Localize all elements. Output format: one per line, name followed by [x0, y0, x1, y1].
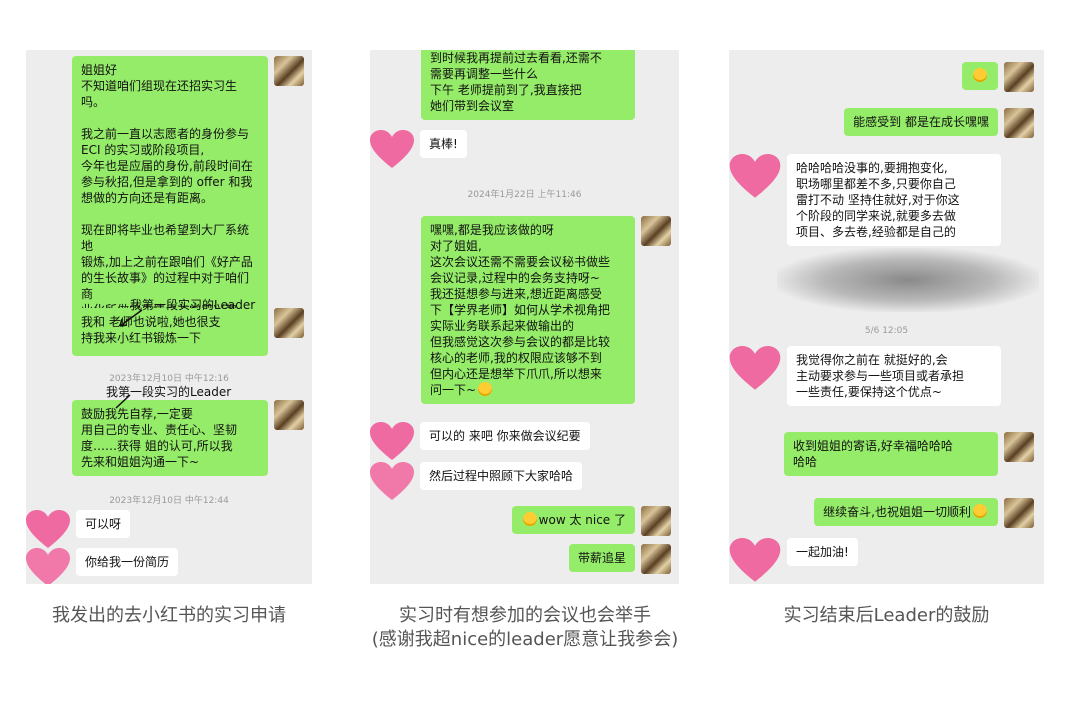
wink-emoji-icon	[973, 504, 987, 518]
message-advice[interactable]: 哈哈哈哈没事的,要拥抱变化, 职场哪里都差不多,只要你自己 雷打不动 坚持住就好…	[729, 154, 1001, 246]
message-recommendation[interactable]: 鼓励我先自荐,一定要 用自己的专业、责任心、坚韧 度……获得 姐的认可,所以我 …	[34, 400, 304, 476]
message-bubble[interactable]: 一起加油!	[787, 538, 858, 566]
message-bubble[interactable]: 我觉得你之前在 就挺好的,会 主动要求参与一些项目或者承担 一些责任,要保持这个…	[787, 346, 1001, 406]
grin-emoji-icon	[973, 68, 987, 82]
user-avatar[interactable]	[641, 544, 671, 574]
message-meeting-request[interactable]: 嘿嘿,都是我应该做的呀 对了姐姐, 这次会议还需不需要会议秘书做些 会议记录,过…	[381, 216, 671, 404]
message-bubble[interactable]: 嘿嘿,都是我应该做的呀 对了姐姐, 这次会议还需不需要会议秘书做些 会议记录,过…	[421, 216, 635, 404]
message-reply[interactable]: 可以呀	[26, 510, 131, 550]
user-avatar[interactable]	[1004, 498, 1034, 528]
user-avatar[interactable]	[1004, 108, 1034, 138]
message-cheer[interactable]: 一起加油!	[729, 538, 858, 584]
message-reply[interactable]: 然后过程中照顾下大家哈哈	[370, 462, 583, 502]
timestamp: 2023年12月10日 中午12:44	[109, 496, 229, 506]
user-avatar[interactable]	[274, 308, 304, 338]
message-arrival[interactable]: 到时候我再提前过去看看,还需不 需要再调整一些什么 下午 老师提前到了,我直接把…	[381, 50, 671, 120]
message-bubble[interactable]: 可以呀	[76, 510, 131, 538]
pink-heart-avatar-icon[interactable]	[370, 422, 414, 462]
chat-panel-2[interactable]: 到时候我再提前过去看看,还需不 需要再调整一些什么 下午 老师提前到了,我直接把…	[370, 50, 679, 584]
message-bubble[interactable]: 能感受到 都是在成长嘿嘿	[844, 108, 998, 136]
user-avatar[interactable]	[1004, 432, 1034, 462]
user-avatar[interactable]	[641, 506, 671, 536]
message-laugh[interactable]	[962, 62, 1034, 92]
caption-panel-2: 实习时有想参加的会议也会举手 (感谢我超nice的leader愿意让我参会)	[340, 604, 710, 652]
message-bubble[interactable]: 继续奋斗,也祝姐姐一切顺利	[814, 498, 998, 526]
chat-panel-1[interactable]: 姐姐好 不知道咱们组现在还招实习生吗。 我之前一直以志愿者的身份参与 ECI 的…	[26, 50, 312, 584]
annotation-first-leader: 我第一段实习的Leader	[130, 298, 256, 312]
pink-heart-avatar-icon[interactable]	[729, 538, 781, 584]
message-praise[interactable]: 我觉得你之前在 就挺好的,会 主动要求参与一些项目或者承担 一些责任,要保持这个…	[729, 346, 1001, 406]
annotation-arrow-icon	[115, 394, 131, 409]
message-bubble[interactable]: 真棒!	[420, 130, 467, 158]
pink-heart-avatar-icon[interactable]	[26, 548, 70, 584]
timestamp: 2024年1月22日 上午11:46	[467, 190, 582, 200]
message-growth[interactable]: 能感受到 都是在成长嘿嘿	[844, 108, 1034, 138]
surprised-emoji-icon	[522, 512, 537, 526]
message-reply[interactable]: 可以的 来吧 你来做会议纪要	[370, 422, 590, 462]
pink-heart-avatar-icon[interactable]	[26, 510, 70, 550]
caption-line-1: 实习时有想参加的会议也会举手	[399, 605, 651, 626]
message-bubble[interactable]: 你给我一份简历	[76, 548, 179, 576]
message-star[interactable]: 带薪追星	[568, 544, 671, 574]
caption-panel-3: 实习结束后Leader的鼓励	[783, 605, 990, 626]
pink-heart-avatar-icon[interactable]	[729, 346, 781, 392]
message-reply[interactable]: 你给我一份简历	[26, 548, 179, 584]
timestamp: 5/6 12:05	[864, 326, 909, 336]
message-bubble[interactable]: 到时候我再提前过去看看,还需不 需要再调整一些什么 下午 老师提前到了,我直接把…	[421, 50, 635, 120]
pink-heart-avatar-icon[interactable]	[370, 130, 414, 170]
annotation-arrow-icon	[119, 309, 143, 327]
user-avatar[interactable]	[1004, 62, 1034, 92]
message-keep-going[interactable]: 继续奋斗,也祝姐姐一切顺利	[814, 498, 1034, 528]
message-bubble[interactable]: 收到姐姐的寄语,好幸福哈哈哈 哈哈	[784, 432, 998, 476]
message-bubble[interactable]	[962, 62, 998, 90]
user-avatar[interactable]	[274, 56, 304, 86]
message-reply[interactable]: 真棒!	[370, 130, 467, 170]
message-bubble[interactable]: wow 太 nice 了	[511, 506, 635, 534]
smile-emoji-icon	[478, 382, 493, 396]
user-avatar[interactable]	[641, 216, 671, 246]
message-bubble[interactable]: 鼓励我先自荐,一定要 用自己的专业、责任心、坚韧 度……获得 姐的认可,所以我 …	[72, 400, 268, 476]
message-bubble[interactable]: 可以的 来吧 你来做会议纪要	[420, 422, 590, 450]
chat-panel-3[interactable]: 能感受到 都是在成长嘿嘿 哈哈哈哈没事的,要拥抱变化, 职场哪里都差不多,只要你…	[729, 50, 1044, 584]
message-bubble[interactable]: 带薪追星	[568, 544, 635, 572]
message-leader-support[interactable]: 我和 老师也说啦,她也很支 持我来小红书锻炼一下	[34, 308, 304, 352]
user-avatar[interactable]	[274, 400, 304, 430]
message-thanks[interactable]: 收到姐姐的寄语,好幸福哈哈哈 哈哈	[784, 432, 1034, 476]
message-bubble[interactable]: 哈哈哈哈没事的,要拥抱变化, 职场哪里都差不多,只要你自己 雷打不动 坚持住就好…	[787, 154, 1001, 246]
message-wow[interactable]: wow 太 nice 了	[511, 506, 671, 536]
caption-line-2: (感谢我超nice的leader愿意让我参会)	[371, 629, 679, 650]
message-bubble[interactable]: 我和 老师也说啦,她也很支 持我来小红书锻炼一下	[72, 308, 268, 352]
blurred-message	[777, 248, 1039, 312]
caption-panel-1: 我发出的去小红书的实习申请	[52, 605, 286, 626]
pink-heart-avatar-icon[interactable]	[370, 462, 414, 502]
pink-heart-avatar-icon[interactable]	[729, 154, 781, 200]
message-bubble[interactable]: 然后过程中照顾下大家哈哈	[420, 462, 583, 490]
